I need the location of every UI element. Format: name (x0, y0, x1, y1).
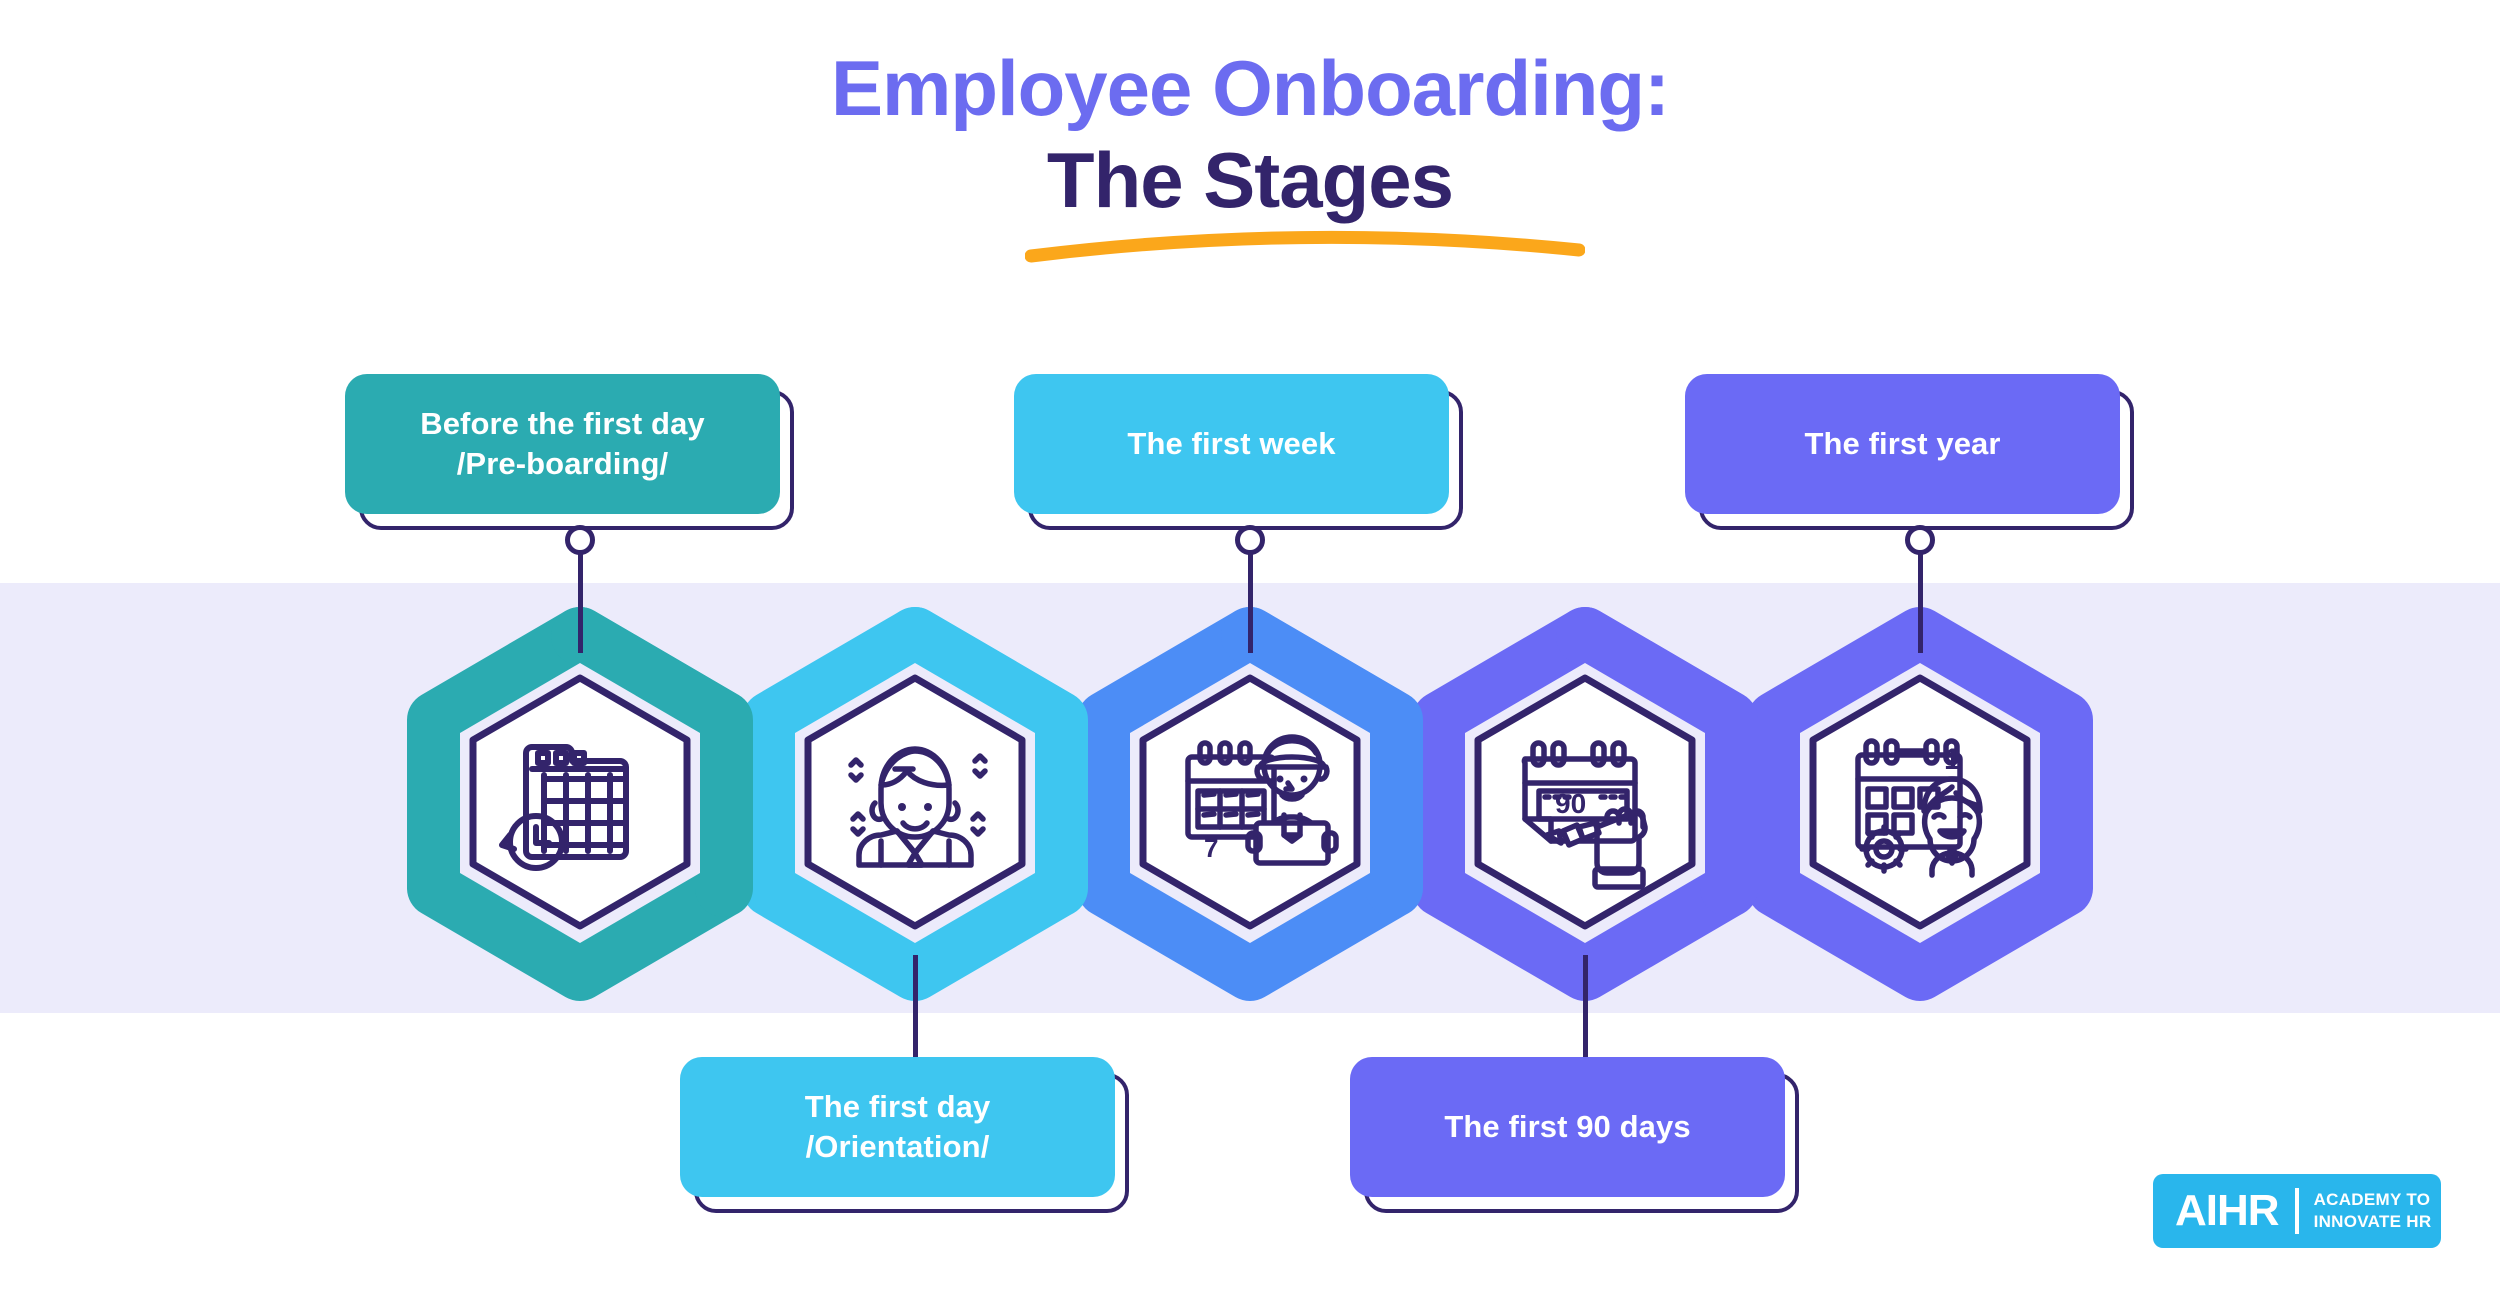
label-fill-box: The first day /Orientation/ (680, 1057, 1115, 1197)
title-line-2: The Stages (1046, 135, 1454, 224)
label-fill-box: The first year (1685, 374, 2120, 514)
stage-label-first-year[interactable]: The first year (1685, 374, 2134, 530)
label-line-1: The first day (804, 1089, 991, 1125)
icon-caption-7: 7 (1204, 833, 1218, 863)
label-line-1: Before the first day (420, 406, 705, 442)
logo-tagline: ACADEMY TO INNOVATE HR (2314, 1189, 2432, 1233)
label-line-2: /Pre-boarding/ (456, 446, 669, 481)
label-fill-box: The first week (1014, 374, 1449, 514)
icon-caption-1: 1 (1944, 743, 1961, 776)
orange-underline-swoosh (1024, 230, 1585, 263)
logo-divider (2294, 1188, 2299, 1234)
connector-stem-5 (1918, 538, 1923, 653)
aihr-logo[interactable]: AIHR ACADEMY TO INNOVATE HR (2153, 1174, 2441, 1248)
connector-stem-1 (578, 538, 583, 653)
icon-caption-90: 90 (1555, 788, 1586, 819)
title-line-2-wrapper: The Stages (1024, 135, 1585, 263)
logo-wordmark: AIHR (2175, 1186, 2280, 1235)
infographic-canvas: Employee Onboarding: The Stages 7 90 1 B… (0, 0, 2500, 1307)
label-line-2: /Orientation/ (805, 1129, 990, 1164)
logo-tagline-line-2: INNOVATE HR (2313, 1212, 2432, 1231)
connector-stem-4 (1583, 955, 1588, 1070)
stage-label-pre-boarding[interactable]: Before the first day /Pre-boarding/ (345, 374, 794, 530)
connector-stem-3 (1248, 538, 1253, 653)
stage-label-first-90-days[interactable]: The first 90 days (1350, 1057, 1799, 1213)
label-line-1: The first year (1804, 426, 2001, 462)
stage-label-first-week[interactable]: The first week (1014, 374, 1463, 530)
label-fill-box: Before the first day /Pre-boarding/ (345, 374, 780, 514)
connector-stem-2 (913, 955, 918, 1070)
label-line-1: The first 90 days (1444, 1109, 1691, 1145)
label-fill-box: The first 90 days (1350, 1057, 1785, 1197)
label-line-1: The first week (1127, 426, 1336, 462)
logo-tagline-line-1: ACADEMY TO (2313, 1190, 2431, 1210)
stage-label-first-day[interactable]: The first day /Orientation/ (680, 1057, 1129, 1213)
